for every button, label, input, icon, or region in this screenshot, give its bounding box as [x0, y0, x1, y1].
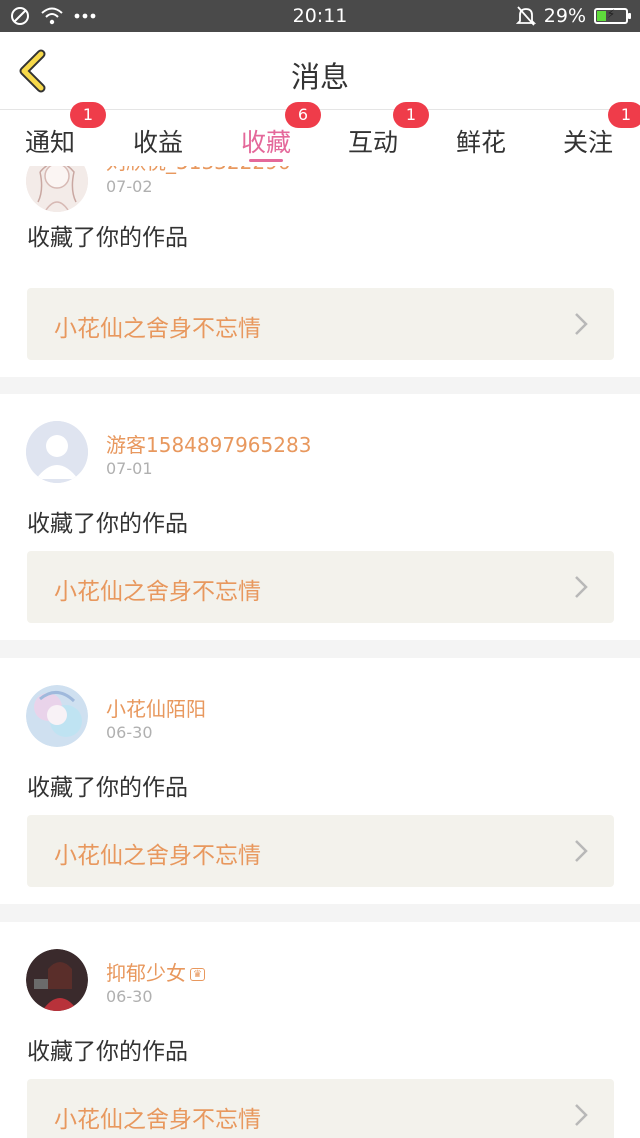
- vip-badge-icon: ♛: [190, 968, 205, 981]
- avatar[interactable]: [26, 421, 88, 483]
- tab-earnings[interactable]: 收益: [118, 110, 198, 166]
- tab-favorites[interactable]: 收藏 6: [226, 102, 321, 166]
- username[interactable]: 游客1584897965283: [106, 429, 311, 458]
- timestamp: 07-02: [106, 177, 153, 196]
- list-item: 刘欣悦_513322296 07-02 收藏了你的作品 小花仙之舍身不忘情: [0, 166, 640, 377]
- action-text: 收藏了你的作品: [27, 1039, 188, 1065]
- tab-following[interactable]: 关注 1: [548, 102, 640, 166]
- status-right-icons: 29% ⚡: [515, 5, 631, 27]
- active-tab-indicator: [249, 159, 283, 162]
- tab-label: 鲜花: [455, 128, 506, 157]
- username[interactable]: 小花仙陌阳: [106, 693, 206, 722]
- tab-badge: 1: [393, 102, 429, 128]
- status-bar: 20:11 29% ⚡: [0, 0, 640, 32]
- username[interactable]: 刘欣悦_513322296: [106, 166, 291, 175]
- avatar[interactable]: [26, 685, 88, 747]
- favorites-feed[interactable]: 刘欣悦_513322296 07-02 收藏了你的作品 小花仙之舍身不忘情 游客…: [0, 166, 640, 1138]
- tab-badge: 1: [70, 102, 106, 128]
- timestamp: 07-01: [106, 459, 153, 478]
- tab-label: 关注: [562, 128, 613, 157]
- chevron-right-icon: [575, 313, 588, 335]
- username[interactable]: 抑郁少女 ♛: [106, 957, 205, 986]
- timestamp: 06-30: [106, 987, 153, 1006]
- battery-percent: 29%: [543, 5, 586, 27]
- tab-interactions[interactable]: 互动 1: [333, 102, 429, 166]
- action-text: 收藏了你的作品: [27, 511, 188, 537]
- tab-badge: 1: [608, 102, 640, 128]
- list-item: 游客1584897965283 07-01 收藏了你的作品 小花仙之舍身不忘情: [0, 394, 640, 640]
- tab-flowers[interactable]: 鲜花: [441, 110, 521, 166]
- work-title: 小花仙之舍身不忘情: [54, 316, 261, 342]
- work-link[interactable]: 小花仙之舍身不忘情: [27, 288, 614, 360]
- bell-muted-icon: [515, 6, 536, 26]
- battery-charging-icon: ⚡: [594, 7, 631, 24]
- tab-label: 收益: [132, 128, 183, 157]
- chevron-right-icon: [575, 1104, 588, 1126]
- chevron-right-icon: [575, 576, 588, 598]
- chevron-right-icon: [575, 840, 588, 862]
- message-tabs: 通知 1 收益 收藏 6 互动 1 鲜花 关注 1: [0, 102, 640, 166]
- list-item: 抑郁少女 ♛ 06-30 收藏了你的作品 小花仙之舍身不忘情: [0, 922, 640, 1138]
- action-text: 收藏了你的作品: [27, 775, 188, 801]
- work-title: 小花仙之舍身不忘情: [54, 579, 261, 605]
- work-link[interactable]: 小花仙之舍身不忘情: [27, 815, 614, 887]
- work-link[interactable]: 小花仙之舍身不忘情: [27, 1079, 614, 1138]
- work-link[interactable]: 小花仙之舍身不忘情: [27, 551, 614, 623]
- tab-label: 收藏: [240, 128, 291, 157]
- tab-label: 通知: [24, 128, 75, 157]
- list-item: 小花仙陌阳 06-30 收藏了你的作品 小花仙之舍身不忘情: [0, 658, 640, 904]
- tab-notifications[interactable]: 通知 1: [10, 102, 106, 166]
- timestamp: 06-30: [106, 723, 153, 742]
- work-title: 小花仙之舍身不忘情: [54, 843, 261, 869]
- username-text: 抑郁少女: [106, 961, 186, 985]
- work-title: 小花仙之舍身不忘情: [54, 1107, 261, 1133]
- page-title: 消息: [290, 60, 349, 94]
- tab-label: 互动: [347, 128, 398, 157]
- action-text: 收藏了你的作品: [27, 225, 188, 251]
- top-nav-bar: 消息: [0, 32, 640, 110]
- tab-badge: 6: [285, 102, 321, 128]
- avatar[interactable]: [26, 166, 88, 212]
- avatar[interactable]: [26, 949, 88, 1011]
